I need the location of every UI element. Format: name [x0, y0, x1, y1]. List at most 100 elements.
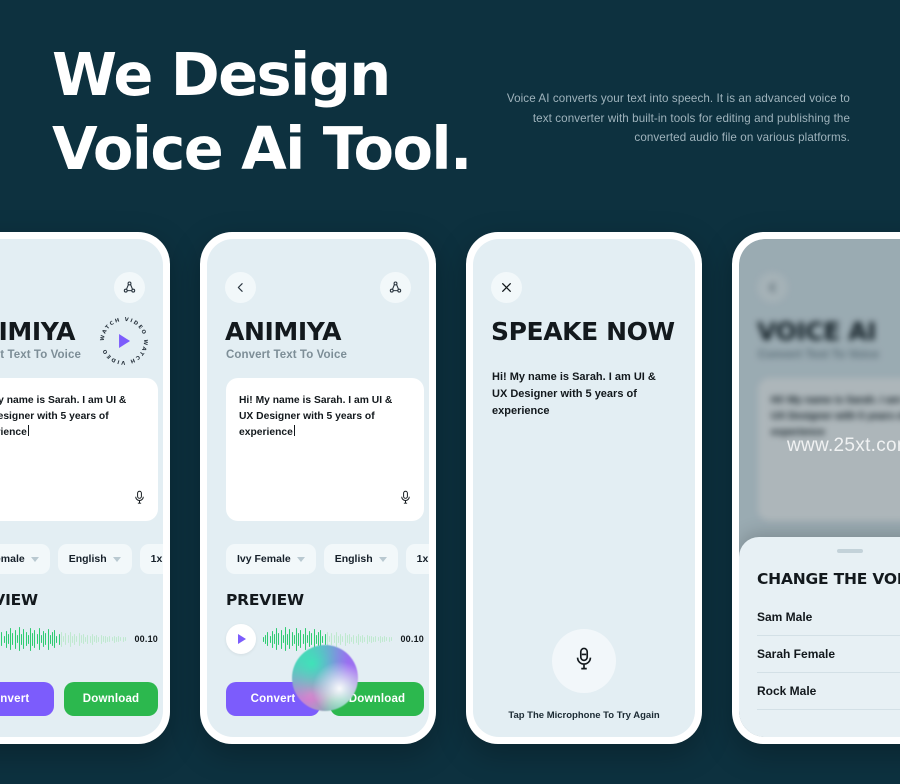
waveform-bar: [368, 636, 370, 642]
waveform-bar: [269, 635, 271, 643]
app-subtitle: Convert Text To Voice: [226, 349, 347, 361]
phone-mockup-4: VOICE AI Convert Text To Voice Hi! My na…: [732, 232, 900, 744]
waveform-bar: [276, 628, 278, 650]
chevron-down-icon: [112, 556, 121, 562]
language-select[interactable]: English: [57, 544, 132, 574]
microphone-icon: [573, 646, 595, 677]
speed-select[interactable]: 1x: [405, 544, 429, 574]
microphone-icon[interactable]: [133, 490, 146, 510]
sheet-drag-handle[interactable]: [837, 549, 863, 553]
microphone-icon[interactable]: [399, 490, 412, 510]
waveform-bar: [104, 635, 106, 643]
language-select[interactable]: English: [323, 544, 398, 574]
waveform-bar: [118, 636, 119, 642]
waveform-bar: [80, 635, 82, 643]
voice-select[interactable]: Ivy Female: [226, 544, 316, 574]
waveform-bar: [14, 629, 16, 649]
convert-button[interactable]: Convert: [0, 682, 54, 716]
waveform[interactable]: [0, 626, 128, 652]
waveform-bar: [318, 632, 319, 646]
waveform-bar: [5, 630, 7, 648]
waveform-bar: [54, 630, 56, 648]
share-button[interactable]: [380, 272, 411, 303]
waveform-bar: [85, 636, 86, 642]
share-button[interactable]: [114, 272, 145, 303]
waveform-bar: [302, 634, 304, 644]
waveform-bar: [60, 631, 62, 647]
audio-preview-row: 00.10: [0, 623, 158, 655]
duration-label: 00.10: [400, 634, 424, 644]
waveform-bar: [285, 627, 286, 651]
waveform-bar: [311, 633, 313, 645]
app-subtitle: Convert Text To Voice: [0, 349, 81, 361]
app-title: ANIMIYA: [225, 317, 342, 346]
list-item[interactable]: Sam Male: [757, 599, 900, 636]
waveform-bar: [324, 633, 326, 645]
share-icon: [122, 280, 137, 295]
text-editor-card[interactable]: Hi! My name is Sarah. I am UI & UX Desig…: [0, 378, 158, 521]
waveform-bar: [115, 636, 117, 642]
close-button[interactable]: [491, 272, 522, 303]
waveform-bar: [265, 634, 267, 644]
waveform-bar: [271, 630, 273, 648]
waveform-bar: [82, 634, 84, 644]
waveform-bar: [340, 633, 341, 645]
back-button[interactable]: [225, 272, 256, 303]
waveform-bar: [67, 635, 69, 643]
waveform-bar: [25, 632, 27, 646]
waveform-bar: [370, 635, 372, 643]
microphone-button[interactable]: [552, 629, 616, 693]
transcribed-text: Hi! My name is Sarah. I am UI & UX Desig…: [492, 371, 656, 417]
waveform-bar: [357, 633, 359, 645]
waveform-bar: [287, 633, 289, 645]
waveform-bar: [56, 635, 58, 643]
waveform-bar: [10, 628, 12, 650]
waveform-bar: [315, 634, 317, 644]
waveform-bar: [36, 634, 38, 644]
list-item[interactable]: Rock Male: [757, 673, 900, 710]
close-icon: [500, 281, 513, 294]
gradient-orb: [292, 645, 358, 711]
editor-content: Hi! My name is Sarah. I am UI & UX Desig…: [0, 395, 127, 438]
waveform-bar: [364, 636, 366, 642]
download-button[interactable]: Download: [64, 682, 158, 716]
waveform-bar: [298, 632, 300, 646]
waveform-bar: [12, 633, 14, 645]
app-title: SPEAKE NOW: [491, 317, 675, 346]
waveform-bar: [122, 636, 124, 642]
preview-label: PREVIEW: [0, 591, 38, 609]
app-title: ANIMIYA: [0, 317, 76, 346]
waveform-bar: [293, 634, 295, 644]
waveform-bar: [304, 628, 306, 650]
waveform-bar: [45, 633, 47, 645]
phone-3-screen: SPEAKE NOW Hi! My name is Sarah. I am UI…: [473, 239, 695, 737]
watch-video-badge[interactable]: WATCH VIDEO WATCH VIDEO: [97, 314, 151, 368]
list-item[interactable]: Sarah Female: [757, 636, 900, 673]
waveform-bar: [353, 634, 355, 644]
waveform-bar: [111, 637, 113, 641]
chevron-down-icon: [30, 556, 39, 562]
waveform-bar: [69, 631, 71, 647]
hero-section: We Design Voice Ai Tool. Voice AI conver…: [0, 0, 900, 232]
text-caret: [293, 425, 295, 436]
waveform-bar: [282, 635, 284, 643]
waveform-bar: [377, 637, 379, 641]
waveform-bar: [344, 632, 346, 646]
microphone-hint: Tap The Microphone To Try Again: [508, 710, 660, 721]
play-button[interactable]: [226, 624, 256, 654]
back-chevron-icon: [234, 281, 247, 294]
voice-option-list: Sam Male Sarah Female Rock Male: [757, 599, 900, 710]
waveform-bar: [102, 636, 104, 642]
speed-select[interactable]: 1x: [139, 544, 163, 574]
waveform-bar: [296, 627, 297, 651]
phone-4-screen: VOICE AI Convert Text To Voice Hi! My na…: [739, 239, 900, 737]
voice-select[interactable]: Ivy Female: [0, 544, 50, 574]
waveform-bar: [49, 634, 51, 644]
chevron-down-icon: [296, 556, 305, 562]
waveform-bar: [366, 634, 368, 644]
waveform-bar: [124, 637, 126, 641]
action-buttons: Convert Download: [0, 682, 158, 716]
text-editor-card[interactable]: Hi! My name is Sarah. I am UI & UX Desig…: [226, 378, 424, 521]
waveform-bar: [375, 636, 377, 642]
waveform-bar: [267, 632, 269, 646]
